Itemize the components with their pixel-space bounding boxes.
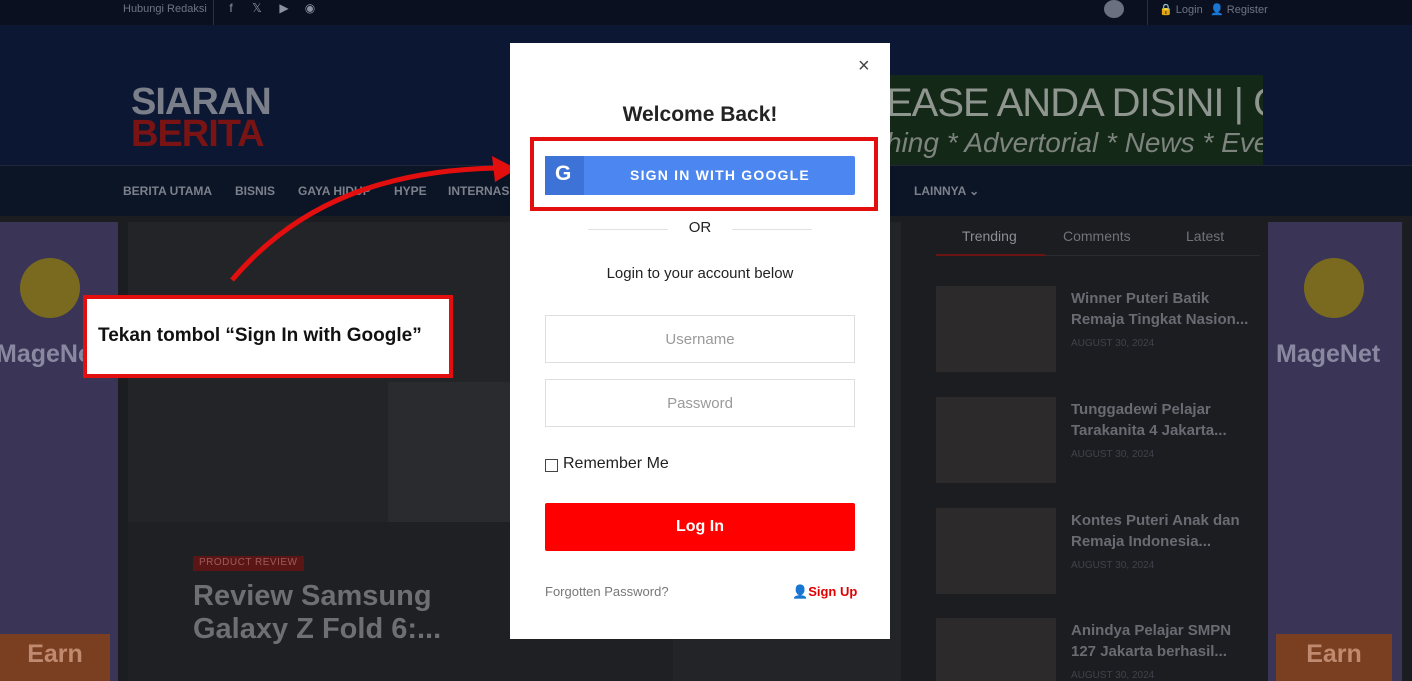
modal-title: Welcome Back!	[622, 103, 778, 126]
google-icon-box: G	[545, 156, 584, 195]
login-modal: × Welcome Back! G SIGN IN WITH GOOGLE OR…	[510, 43, 890, 639]
google-button-label: SIGN IN WITH GOOGLE	[630, 167, 810, 183]
or-separator: OR	[688, 219, 712, 236]
forgot-password-link[interactable]: Forgotten Password?	[545, 584, 669, 599]
callout-text: Tekan tombol “Sign In with Google”	[98, 325, 422, 346]
signup-label: Sign Up	[808, 584, 858, 599]
remember-me-label[interactable]: Remember Me	[563, 455, 669, 473]
login-button[interactable]: Log In	[545, 503, 855, 551]
close-icon[interactable]: ×	[858, 55, 870, 78]
user-icon: 👤	[792, 584, 809, 599]
sign-in-with-google-button[interactable]: G SIGN IN WITH GOOGLE	[545, 156, 855, 195]
signup-link[interactable]: 👤Sign Up	[792, 584, 857, 600]
google-icon: G	[555, 162, 572, 185]
password-input[interactable]	[545, 379, 855, 427]
remember-me-checkbox[interactable]	[545, 459, 558, 472]
username-input[interactable]	[545, 315, 855, 363]
instruction-callout: Tekan tombol “Sign In with Google”	[83, 295, 453, 378]
login-subtitle: Login to your account below	[606, 265, 794, 282]
